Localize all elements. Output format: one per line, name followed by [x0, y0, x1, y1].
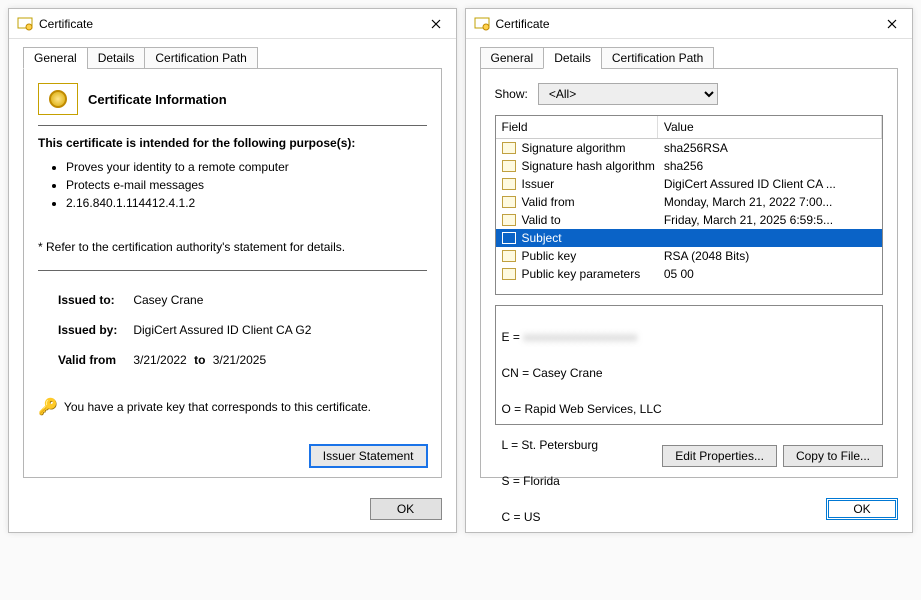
purpose-item: Protects e-mail messages: [66, 176, 427, 194]
key-icon: 🔑: [38, 397, 58, 417]
field-name: Issuer: [522, 177, 555, 191]
edit-properties-button[interactable]: Edit Properties...: [662, 445, 777, 467]
field-name: Signature algorithm: [522, 141, 626, 155]
col-header-field[interactable]: Field: [496, 116, 658, 138]
ok-button[interactable]: OK: [826, 498, 898, 520]
subject-o: O = Rapid Web Services, LLC: [502, 400, 877, 418]
purpose-item: Proves your identity to a remote compute…: [66, 158, 427, 176]
tab-details[interactable]: Details: [543, 47, 602, 69]
issued-to-label: Issued to:: [58, 293, 130, 307]
field-icon: [502, 232, 516, 244]
field-value: sha256: [658, 157, 882, 175]
valid-to-sep: to: [194, 353, 205, 367]
close-icon: [431, 19, 441, 29]
issued-by-value: DigiCert Assured ID Client CA G2: [133, 323, 311, 337]
subject-cn: CN = Casey Crane: [502, 364, 877, 382]
field-name: Signature hash algorithm: [522, 159, 655, 173]
titlebar: Certificate: [9, 9, 456, 39]
issuer-statement-button[interactable]: Issuer Statement: [310, 445, 427, 467]
subject-e-masked: xxxxxxxxxxxxxxxxxxx: [523, 330, 637, 344]
private-key-note: You have a private key that corresponds …: [64, 400, 371, 414]
purpose-list: Proves your identity to a remote compute…: [66, 158, 427, 212]
detail-text-box: E = xxxxxxxxxxxxxxxxxxx CN = Casey Crane…: [495, 305, 884, 425]
certificate-dialog-general: Certificate General Details Certificatio…: [8, 8, 457, 533]
field-name: Valid from: [522, 195, 575, 209]
certificate-dialog-details: Certificate General Details Certificatio…: [465, 8, 914, 533]
close-icon: [887, 19, 897, 29]
field-value: sha256RSA: [658, 139, 882, 157]
purpose-heading: This certificate is intended for the fol…: [38, 136, 427, 150]
tab-general[interactable]: General: [23, 47, 88, 69]
field-row[interactable]: Signature algorithm sha256RSA: [496, 139, 883, 157]
field-value: DigiCert Assured ID Client CA ...: [658, 175, 882, 193]
field-icon: [502, 142, 516, 154]
field-icon: [502, 178, 516, 190]
titlebar: Certificate: [466, 9, 913, 39]
issued-to-value: Casey Crane: [133, 293, 203, 307]
field-row[interactable]: Valid from Monday, March 21, 2022 7:00...: [496, 193, 883, 211]
field-row[interactable]: Subject: [496, 229, 883, 247]
certificate-icon: [474, 16, 490, 32]
tabpanel-details: Show: <All> Field Value Signature algori…: [480, 68, 899, 478]
subject-e-label: E =: [502, 330, 524, 344]
valid-from-value: 3/21/2022: [133, 353, 186, 367]
field-value: 05 00: [658, 265, 882, 283]
fields-header: Field Value: [496, 116, 883, 139]
field-name: Valid to: [522, 213, 561, 227]
tab-certification-path[interactable]: Certification Path: [144, 47, 257, 69]
field-row[interactable]: Valid to Friday, March 21, 2025 6:59:5...: [496, 211, 883, 229]
copy-to-file-button[interactable]: Copy to File...: [783, 445, 883, 467]
field-value: RSA (2048 Bits): [658, 247, 882, 265]
valid-to-value: 3/21/2025: [213, 353, 266, 367]
field-icon: [502, 250, 516, 262]
refer-note: * Refer to the certification authority's…: [38, 240, 427, 254]
field-row[interactable]: Issuer DigiCert Assured ID Client CA ...: [496, 175, 883, 193]
tabs: General Details Certification Path: [23, 47, 442, 69]
field-value: Monday, March 21, 2022 7:00...: [658, 193, 882, 211]
tabs: General Details Certification Path: [480, 47, 899, 69]
field-name: Public key parameters: [522, 267, 641, 281]
show-label: Show:: [495, 87, 528, 101]
purpose-item: 2.16.840.1.114412.4.1.2: [66, 194, 427, 212]
tab-certification-path[interactable]: Certification Path: [601, 47, 714, 69]
tab-general[interactable]: General: [480, 47, 545, 69]
field-icon: [502, 268, 516, 280]
valid-from-label: Valid from: [58, 353, 130, 367]
field-value: Friday, March 21, 2025 6:59:5...: [658, 211, 882, 229]
field-icon: [502, 196, 516, 208]
fields-listview[interactable]: Field Value Signature algorithmsha256RSA…: [495, 115, 884, 295]
tabpanel-general: Certificate Information This certificate…: [23, 68, 442, 478]
issued-by-label: Issued by:: [58, 323, 130, 337]
show-select[interactable]: <All>: [538, 83, 718, 105]
certificate-info-title: Certificate Information: [88, 92, 227, 107]
certificate-icon: [17, 16, 33, 32]
tab-details[interactable]: Details: [87, 47, 146, 69]
field-name: Public key: [522, 249, 577, 263]
field-icon: [502, 214, 516, 226]
col-header-value[interactable]: Value: [658, 116, 882, 138]
window-title: Certificate: [496, 17, 877, 31]
field-name: Subject: [522, 231, 562, 245]
close-button[interactable]: [420, 10, 452, 38]
field-value: [658, 229, 882, 247]
close-button[interactable]: [876, 10, 908, 38]
field-row[interactable]: Public key RSA (2048 Bits): [496, 247, 883, 265]
ok-button[interactable]: OK: [370, 498, 442, 520]
field-row[interactable]: Public key parameters 05 00: [496, 265, 883, 283]
certificate-badge-icon: [38, 83, 78, 115]
field-icon: [502, 160, 516, 172]
window-title: Certificate: [39, 17, 420, 31]
field-row[interactable]: Signature hash algorithmsha256: [496, 157, 883, 175]
